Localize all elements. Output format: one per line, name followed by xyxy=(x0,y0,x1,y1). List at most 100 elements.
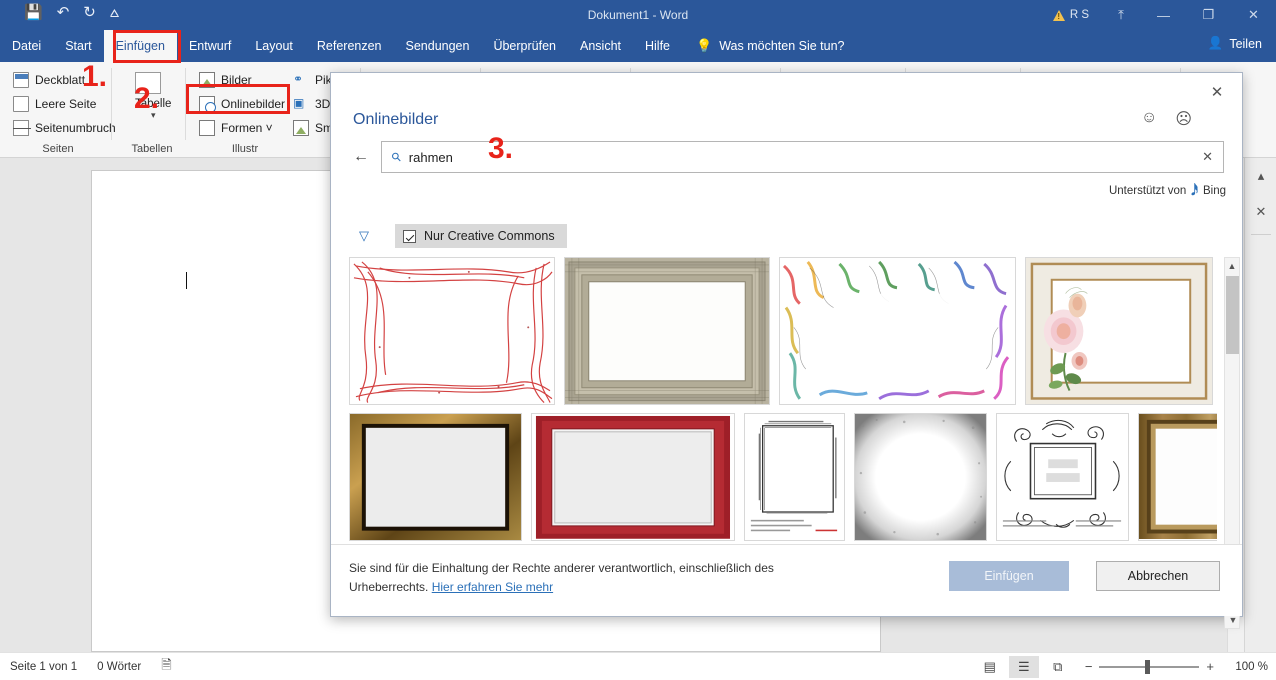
online-pictures-icon xyxy=(199,96,215,112)
dialog-title: Onlinebilder xyxy=(353,111,438,129)
print-layout-view-button[interactable]: ☰ xyxy=(1009,656,1039,678)
shapes-icon xyxy=(199,120,215,136)
ribbon-display-options-icon[interactable]: ⤒ xyxy=(1101,0,1141,30)
search-row: ← ⚲ rahmen ✕ xyxy=(351,141,1224,173)
back-arrow-icon[interactable]: ← xyxy=(351,148,371,166)
dialog-scroll-thumb[interactable] xyxy=(1226,276,1239,354)
tab-einfuegen[interactable]: Einfügen xyxy=(104,30,177,62)
page-break-button[interactable]: Seitenumbruch xyxy=(10,116,119,140)
status-right: ▤ ☰ ⧉ − + 100 % xyxy=(975,656,1268,678)
zoom-in-button[interactable]: + xyxy=(1206,659,1214,674)
onlinebilder-button[interactable]: Onlinebilder xyxy=(196,92,288,116)
rainbow-smoke-art xyxy=(780,258,1015,405)
group-separator xyxy=(185,68,186,140)
group-separator xyxy=(111,68,112,140)
icons-icon: ⚭ xyxy=(293,72,309,88)
feedback-happy-icon[interactable]: ☺ xyxy=(1141,109,1157,129)
page-break-icon xyxy=(13,120,29,136)
tell-me-label: Was möchten Sie tun? xyxy=(719,39,844,53)
learn-more-link[interactable]: Hier erfahren Sie mehr xyxy=(432,580,553,594)
blank-page-button[interactable]: Leere Seite xyxy=(10,92,119,116)
bing-label: Bing xyxy=(1203,185,1226,197)
online-pictures-dialog: ✕ Onlinebilder ☺ ☹ ← ⚲ rahmen ✕ Unterstü… xyxy=(330,72,1243,617)
minimize-button[interactable]: — xyxy=(1141,0,1186,30)
zoom-out-button[interactable]: − xyxy=(1085,659,1093,674)
ribbon-tab-bar: Datei Start Einfügen Entwurf Layout Refe… xyxy=(0,30,1276,62)
collapse-pane-icon[interactable]: ▴ xyxy=(1245,158,1276,194)
tab-layout[interactable]: Layout xyxy=(243,30,305,62)
grunge-edge-art xyxy=(855,414,986,540)
pictures-icon xyxy=(199,72,215,88)
result-doodle-swirl-frame[interactable] xyxy=(996,413,1129,541)
pictures-button[interactable]: Bilder xyxy=(196,68,288,92)
read-mode-view-button[interactable]: ▤ xyxy=(975,656,1005,678)
result-grunge-edge-frame[interactable] xyxy=(854,413,987,541)
smartart-icon xyxy=(293,120,309,136)
feedback-sad-icon[interactable]: ☹ xyxy=(1175,109,1192,129)
word-count[interactable]: 0 Wörter xyxy=(97,661,141,673)
shapes-button[interactable]: Formen ˅ xyxy=(196,116,288,140)
3d-models-icon: ▣ xyxy=(293,96,309,112)
dialog-close-icon[interactable]: ✕ xyxy=(1202,79,1232,105)
result-rainbow-smoke-frame[interactable] xyxy=(779,257,1016,405)
insert-button[interactable]: Einfügen xyxy=(949,561,1069,591)
clear-search-icon[interactable]: ✕ xyxy=(1202,149,1213,165)
restore-button[interactable]: ❐ xyxy=(1186,0,1231,30)
zoom-level[interactable]: 100 % xyxy=(1226,661,1268,673)
red-scribble-art xyxy=(350,258,554,405)
tab-hilfe[interactable]: Hilfe xyxy=(633,30,682,62)
zoom-thumb[interactable] xyxy=(1145,660,1150,674)
result-dark-gold-frame[interactable] xyxy=(349,413,522,541)
proofing-icon[interactable]: 🗎 xyxy=(161,656,171,678)
result-rose-border-frame[interactable] xyxy=(1025,257,1213,405)
results-row xyxy=(349,257,1217,405)
creative-commons-label: Nur Creative Commons xyxy=(424,229,555,243)
search-value: rahmen xyxy=(409,150,1202,165)
tab-referenzen[interactable]: Referenzen xyxy=(305,30,394,62)
doodle-swirl-art xyxy=(997,414,1128,540)
tab-sendungen[interactable]: Sendungen xyxy=(394,30,482,62)
result-red-classic-frame[interactable] xyxy=(531,413,735,541)
account-indicator[interactable]: R S xyxy=(1053,9,1089,21)
page-info[interactable]: Seite 1 von 1 xyxy=(10,661,77,673)
callout-1: 1. xyxy=(82,60,107,94)
right-task-pane: ▴ ✕ xyxy=(1244,158,1276,652)
creative-commons-checkbox[interactable] xyxy=(403,230,416,243)
text-cursor xyxy=(186,272,187,289)
tab-ansicht[interactable]: Ansicht xyxy=(568,30,633,62)
tab-entwurf[interactable]: Entwurf xyxy=(177,30,243,62)
lightbulb-icon: 💡 xyxy=(696,38,712,54)
shapes-label: Formen ˅ xyxy=(221,121,273,135)
status-bar: Seite 1 von 1 0 Wörter 🗎 ▤ ☰ ⧉ − + 100 % xyxy=(0,652,1276,680)
filter-funnel-icon[interactable]: ▽ xyxy=(351,228,377,244)
share-button[interactable]: 👤 Teilen xyxy=(1208,36,1262,51)
callout-3: 3. xyxy=(488,132,513,166)
warning-icon xyxy=(1053,10,1065,21)
page-break-label: Seitenumbruch xyxy=(35,121,116,135)
close-button[interactable]: ✕ xyxy=(1231,0,1276,30)
tab-ueberpruefen[interactable]: Überprüfen xyxy=(481,30,568,62)
powered-by-label: Unterstützt von xyxy=(1109,185,1186,197)
cover-page-label: Deckblatt xyxy=(35,73,85,87)
result-antique-gold-frame[interactable] xyxy=(1138,413,1217,541)
tab-datei[interactable]: Datei xyxy=(0,30,53,62)
tab-start[interactable]: Start xyxy=(53,30,103,62)
result-sketch-doc-frame[interactable] xyxy=(744,413,845,541)
close-pane-icon[interactable]: ✕ xyxy=(1245,194,1276,230)
dialog-scroll-up-arrow[interactable]: ▲ xyxy=(1225,258,1239,274)
creative-commons-toggle[interactable]: Nur Creative Commons xyxy=(395,224,567,248)
filter-row: ▽ Nur Creative Commons xyxy=(351,221,1224,251)
tell-me-search[interactable]: 💡 Was möchten Sie tun? xyxy=(696,30,844,62)
zoom-track[interactable] xyxy=(1099,666,1199,668)
sketch-doc-art xyxy=(745,414,844,539)
result-silver-ornate-frame[interactable] xyxy=(564,257,770,405)
powered-by-bing: Unterstützt von 𝅘𝅥𝅰 Bing xyxy=(1109,183,1226,199)
rose-border-art xyxy=(1026,258,1212,404)
zoom-slider[interactable]: − + xyxy=(1085,659,1214,674)
results-row xyxy=(349,413,1217,541)
dark-gold-art xyxy=(350,414,521,541)
result-red-scribble-frame[interactable] xyxy=(349,257,555,405)
person-add-icon: 👤 xyxy=(1208,36,1224,51)
web-layout-view-button[interactable]: ⧉ xyxy=(1043,656,1073,678)
cancel-button[interactable]: Abbrechen xyxy=(1096,561,1220,591)
